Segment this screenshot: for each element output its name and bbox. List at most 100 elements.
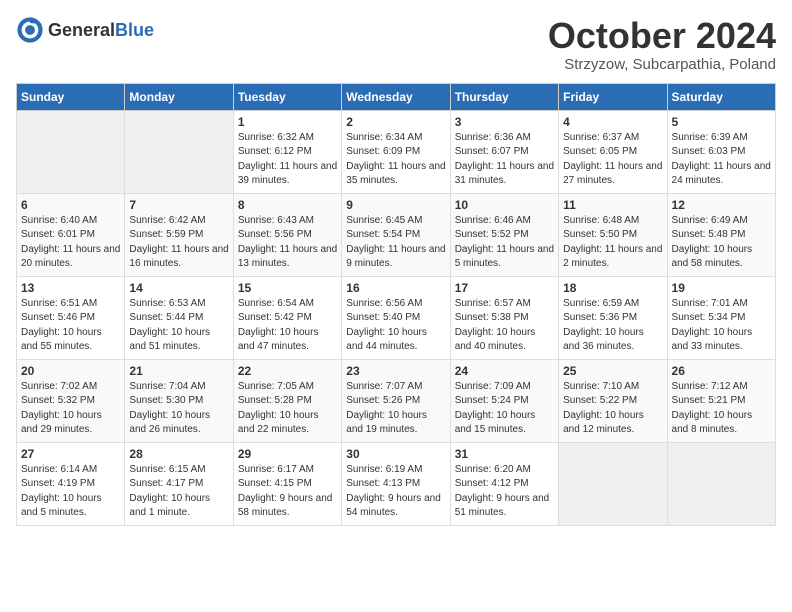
day-info: Sunrise: 7:02 AMSunset: 5:32 PMDaylight:… xyxy=(21,380,120,438)
day-info: Sunrise: 6:15 AMSunset: 4:17 PMDaylight:… xyxy=(129,463,228,521)
calendar-header: SundayMondayTuesdayWednesdayThursdayFrid… xyxy=(17,83,776,110)
calendar-body: 1Sunrise: 6:32 AMSunset: 6:12 PMDaylight… xyxy=(17,110,776,525)
calendar-table: SundayMondayTuesdayWednesdayThursdayFrid… xyxy=(16,83,776,526)
day-of-week-header: Wednesday xyxy=(342,83,450,110)
day-number: 19 xyxy=(672,281,771,295)
calendar-cell xyxy=(125,110,233,193)
calendar-cell: 5 Sunrise: 6:39 AMSunset: 6:03 PMDaylight… xyxy=(667,110,775,193)
day-number: 8 xyxy=(238,198,337,212)
calendar-cell: 9 Sunrise: 6:45 AMSunset: 5:54 PMDaylight… xyxy=(342,193,450,276)
day-info: Sunrise: 7:12 AMSunset: 5:21 PMDaylight:… xyxy=(672,380,771,438)
calendar-cell: 4 Sunrise: 6:37 AMSunset: 6:05 PMDaylight… xyxy=(559,110,667,193)
day-number: 21 xyxy=(129,364,228,378)
day-number: 17 xyxy=(455,281,554,295)
calendar-cell: 31Sunrise: 6:20 AMSunset: 4:12 PMDayligh… xyxy=(450,442,558,525)
day-number: 30 xyxy=(346,447,445,461)
day-info: Sunrise: 7:10 AMSunset: 5:22 PMDaylight:… xyxy=(563,380,662,438)
day-number: 24 xyxy=(455,364,554,378)
calendar-cell: 22 Sunrise: 7:05 AMSunset: 5:28 PMDayligh… xyxy=(233,359,341,442)
calendar-cell: 16 Sunrise: 6:56 AMSunset: 5:40 PMDayligh… xyxy=(342,276,450,359)
day-info: Sunrise: 7:01 AMSunset: 5:34 PMDaylight:… xyxy=(672,297,771,355)
day-info: Sunrise: 6:36 AMSunset: 6:07 PMDaylight:… xyxy=(455,131,554,189)
calendar-cell: 7 Sunrise: 6:42 AMSunset: 5:59 PMDaylight… xyxy=(125,193,233,276)
day-number: 12 xyxy=(672,198,771,212)
calendar-cell xyxy=(559,442,667,525)
calendar-cell: 24 Sunrise: 7:09 AMSunset: 5:24 PMDayligh… xyxy=(450,359,558,442)
day-number: 28 xyxy=(129,447,228,461)
title-block: October 2024 Strzyzow, Subcarpathia, Pol… xyxy=(548,16,776,73)
calendar-cell: 6 Sunrise: 6:40 AMSunset: 6:01 PMDaylight… xyxy=(17,193,125,276)
calendar-cell: 10Sunrise: 6:46 AMSunset: 5:52 PMDayligh… xyxy=(450,193,558,276)
day-number: 27 xyxy=(21,447,120,461)
calendar-cell: 13 Sunrise: 6:51 AMSunset: 5:46 PMDayligh… xyxy=(17,276,125,359)
calendar-week-row: 20Sunrise: 7:02 AMSunset: 5:32 PMDayligh… xyxy=(17,359,776,442)
day-info: Sunrise: 6:43 AMSunset: 5:56 PMDaylight:… xyxy=(238,214,337,272)
day-info: Sunrise: 6:14 AMSunset: 4:19 PMDaylight:… xyxy=(21,463,120,521)
day-info: Sunrise: 7:07 AMSunset: 5:26 PMDaylight:… xyxy=(346,380,445,438)
calendar-cell: 14 Sunrise: 6:53 AMSunset: 5:44 PMDayligh… xyxy=(125,276,233,359)
day-number: 26 xyxy=(672,364,771,378)
day-info: Sunrise: 6:39 AMSunset: 6:03 PMDaylight:… xyxy=(672,131,771,189)
day-of-week-header: Thursday xyxy=(450,83,558,110)
calendar-cell: 26 Sunrise: 7:12 AMSunset: 5:21 PMDayligh… xyxy=(667,359,775,442)
calendar-cell: 11 Sunrise: 6:48 AMSunset: 5:50 PMDayligh… xyxy=(559,193,667,276)
calendar-cell: 17Sunrise: 6:57 AMSunset: 5:38 PMDayligh… xyxy=(450,276,558,359)
day-number: 4 xyxy=(563,115,662,129)
day-number: 6 xyxy=(21,198,120,212)
day-info: Sunrise: 6:48 AMSunset: 5:50 PMDaylight:… xyxy=(563,214,662,272)
day-info: Sunrise: 6:51 AMSunset: 5:46 PMDaylight:… xyxy=(21,297,120,355)
day-number: 25 xyxy=(563,364,662,378)
logo: GeneralBlue xyxy=(16,16,154,44)
day-of-week-header: Sunday xyxy=(17,83,125,110)
day-of-week-header: Tuesday xyxy=(233,83,341,110)
day-number: 14 xyxy=(129,281,228,295)
day-info: Sunrise: 6:49 AMSunset: 5:48 PMDaylight:… xyxy=(672,214,771,272)
calendar-cell: 21 Sunrise: 7:04 AMSunset: 5:30 PMDayligh… xyxy=(125,359,233,442)
calendar-cell xyxy=(667,442,775,525)
calendar-cell: 18 Sunrise: 6:59 AMSunset: 5:36 PMDayligh… xyxy=(559,276,667,359)
day-number: 10 xyxy=(455,198,554,212)
day-info: Sunrise: 6:42 AMSunset: 5:59 PMDaylight:… xyxy=(129,214,228,272)
day-info: Sunrise: 6:20 AMSunset: 4:12 PMDaylight:… xyxy=(455,463,554,521)
day-number: 18 xyxy=(563,281,662,295)
logo-text-general: General xyxy=(48,20,115,40)
day-number: 11 xyxy=(563,198,662,212)
day-number: 7 xyxy=(129,198,228,212)
day-info: Sunrise: 6:53 AMSunset: 5:44 PMDaylight:… xyxy=(129,297,228,355)
day-info: Sunrise: 7:05 AMSunset: 5:28 PMDaylight:… xyxy=(238,380,337,438)
day-info: Sunrise: 6:19 AMSunset: 4:13 PMDaylight:… xyxy=(346,463,445,521)
logo-icon xyxy=(16,16,44,44)
day-number: 13 xyxy=(21,281,120,295)
day-info: Sunrise: 6:37 AMSunset: 6:05 PMDaylight:… xyxy=(563,131,662,189)
day-info: Sunrise: 6:17 AMSunset: 4:15 PMDaylight:… xyxy=(238,463,337,521)
calendar-cell: 1Sunrise: 6:32 AMSunset: 6:12 PMDaylight… xyxy=(233,110,341,193)
calendar-cell: 19 Sunrise: 7:01 AMSunset: 5:34 PMDayligh… xyxy=(667,276,775,359)
calendar-cell: 29 Sunrise: 6:17 AMSunset: 4:15 PMDayligh… xyxy=(233,442,341,525)
calendar-cell xyxy=(17,110,125,193)
calendar-cell: 8 Sunrise: 6:43 AMSunset: 5:56 PMDaylight… xyxy=(233,193,341,276)
day-number: 16 xyxy=(346,281,445,295)
calendar-cell: 25 Sunrise: 7:10 AMSunset: 5:22 PMDayligh… xyxy=(559,359,667,442)
calendar-cell: 28 Sunrise: 6:15 AMSunset: 4:17 PMDayligh… xyxy=(125,442,233,525)
day-number: 23 xyxy=(346,364,445,378)
day-info: Sunrise: 6:59 AMSunset: 5:36 PMDaylight:… xyxy=(563,297,662,355)
day-info: Sunrise: 7:04 AMSunset: 5:30 PMDaylight:… xyxy=(129,380,228,438)
calendar-cell: 15 Sunrise: 6:54 AMSunset: 5:42 PMDayligh… xyxy=(233,276,341,359)
calendar-cell: 2Sunrise: 6:34 AMSunset: 6:09 PMDaylight… xyxy=(342,110,450,193)
day-number: 15 xyxy=(238,281,337,295)
day-number: 1 xyxy=(238,115,337,129)
day-info: Sunrise: 6:45 AMSunset: 5:54 PMDaylight:… xyxy=(346,214,445,272)
calendar-cell: 30 Sunrise: 6:19 AMSunset: 4:13 PMDayligh… xyxy=(342,442,450,525)
day-info: Sunrise: 6:40 AMSunset: 6:01 PMDaylight:… xyxy=(21,214,120,272)
day-number: 22 xyxy=(238,364,337,378)
day-info: Sunrise: 7:09 AMSunset: 5:24 PMDaylight:… xyxy=(455,380,554,438)
calendar-week-row: 1Sunrise: 6:32 AMSunset: 6:12 PMDaylight… xyxy=(17,110,776,193)
day-number: 29 xyxy=(238,447,337,461)
day-number: 9 xyxy=(346,198,445,212)
day-number: 5 xyxy=(672,115,771,129)
page-header: GeneralBlue October 2024 Strzyzow, Subca… xyxy=(16,16,776,73)
day-info: Sunrise: 6:54 AMSunset: 5:42 PMDaylight:… xyxy=(238,297,337,355)
day-info: Sunrise: 6:56 AMSunset: 5:40 PMDaylight:… xyxy=(346,297,445,355)
day-of-week-header: Monday xyxy=(125,83,233,110)
calendar-week-row: 13 Sunrise: 6:51 AMSunset: 5:46 PMDayligh… xyxy=(17,276,776,359)
